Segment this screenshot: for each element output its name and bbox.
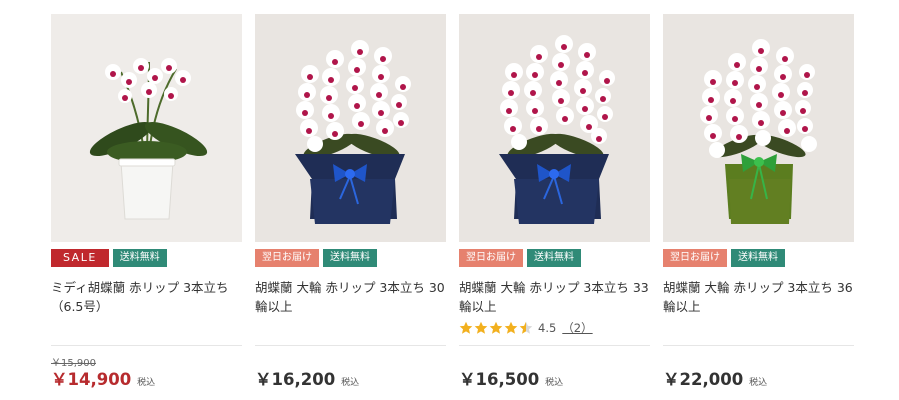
badge-list: SALE 送料無料 — [51, 249, 167, 267]
product-image[interactable] — [663, 14, 854, 242]
orchid-photo — [459, 14, 650, 242]
price-row: ￥16,200 税込 — [255, 366, 359, 390]
next-day-delivery-badge: 翌日お届け — [255, 249, 319, 267]
product-title[interactable]: 胡蝶蘭 大輪 赤リップ 3本立ち 33輪以上 — [459, 278, 650, 316]
product-title[interactable]: 胡蝶蘭 大輪 赤リップ 3本立ち 30輪以上 — [255, 278, 446, 316]
badge-list: 翌日お届け 送料無料 — [663, 249, 785, 267]
product-title[interactable]: 胡蝶蘭 大輪 赤リップ 3本立ち 36輪以上 — [663, 278, 854, 316]
divider — [663, 345, 854, 346]
divider — [255, 345, 446, 346]
product-image[interactable] — [51, 14, 242, 242]
star-rating — [459, 321, 533, 335]
product-card[interactable]: 翌日お届け 送料無料 胡蝶蘭 大輪 赤リップ 3本立ち 33輪以上 4.5 （2… — [459, 14, 650, 394]
product-title[interactable]: ミディ胡蝶蘭 赤リップ 3本立ち（6.5号） — [51, 278, 242, 316]
sale-badge: SALE — [51, 249, 109, 267]
badge-list: 翌日お届け 送料無料 — [459, 249, 581, 267]
orchid-photo — [51, 14, 242, 242]
star-icon — [459, 321, 473, 334]
price: ￥16,200 — [255, 370, 336, 389]
product-image[interactable] — [255, 14, 446, 242]
next-day-delivery-badge: 翌日お届け — [459, 249, 523, 267]
star-icon — [519, 321, 533, 334]
product-grid: SALE 送料無料 ミディ胡蝶蘭 赤リップ 3本立ち（6.5号） ￥15,900… — [0, 0, 899, 400]
star-icon — [489, 321, 503, 334]
product-card[interactable]: 翌日お届け 送料無料 胡蝶蘭 大輪 赤リップ 3本立ち 36輪以上 ￥22,00… — [663, 14, 854, 394]
star-icon — [504, 321, 518, 334]
orchid-photo — [663, 14, 854, 242]
price-row: ￥14,900 税込 — [51, 366, 155, 390]
star-icon — [474, 321, 488, 334]
free-shipping-badge: 送料無料 — [112, 249, 167, 267]
next-day-delivery-badge: 翌日お届け — [663, 249, 727, 267]
free-shipping-badge: 送料無料 — [731, 249, 785, 267]
price-row: ￥16,500 税込 — [459, 366, 563, 390]
tax-label: 税込 — [545, 378, 564, 388]
sale-price: ￥14,900 — [51, 370, 132, 389]
badge-list: 翌日お届け 送料無料 — [255, 249, 377, 267]
product-card[interactable]: 翌日お届け 送料無料 胡蝶蘭 大輪 赤リップ 3本立ち 30輪以上 ￥16,20… — [255, 14, 446, 394]
divider — [459, 345, 650, 346]
review-count-link[interactable]: （2） — [562, 320, 592, 336]
tax-label: 税込 — [137, 378, 156, 388]
divider — [51, 345, 242, 346]
free-shipping-badge: 送料無料 — [527, 249, 581, 267]
rating-score: 4.5 — [538, 321, 557, 335]
tax-label: 税込 — [341, 378, 360, 388]
tax-label: 税込 — [749, 378, 768, 388]
product-card[interactable]: SALE 送料無料 ミディ胡蝶蘭 赤リップ 3本立ち（6.5号） ￥15,900… — [51, 14, 242, 394]
product-image[interactable] — [459, 14, 650, 242]
free-shipping-badge: 送料無料 — [323, 249, 377, 267]
rating: 4.5 （2） — [459, 320, 593, 336]
price: ￥22,000 — [663, 370, 744, 389]
price: ￥16,500 — [459, 370, 540, 389]
price-row: ￥22,000 税込 — [663, 366, 767, 390]
orchid-photo — [255, 14, 446, 242]
